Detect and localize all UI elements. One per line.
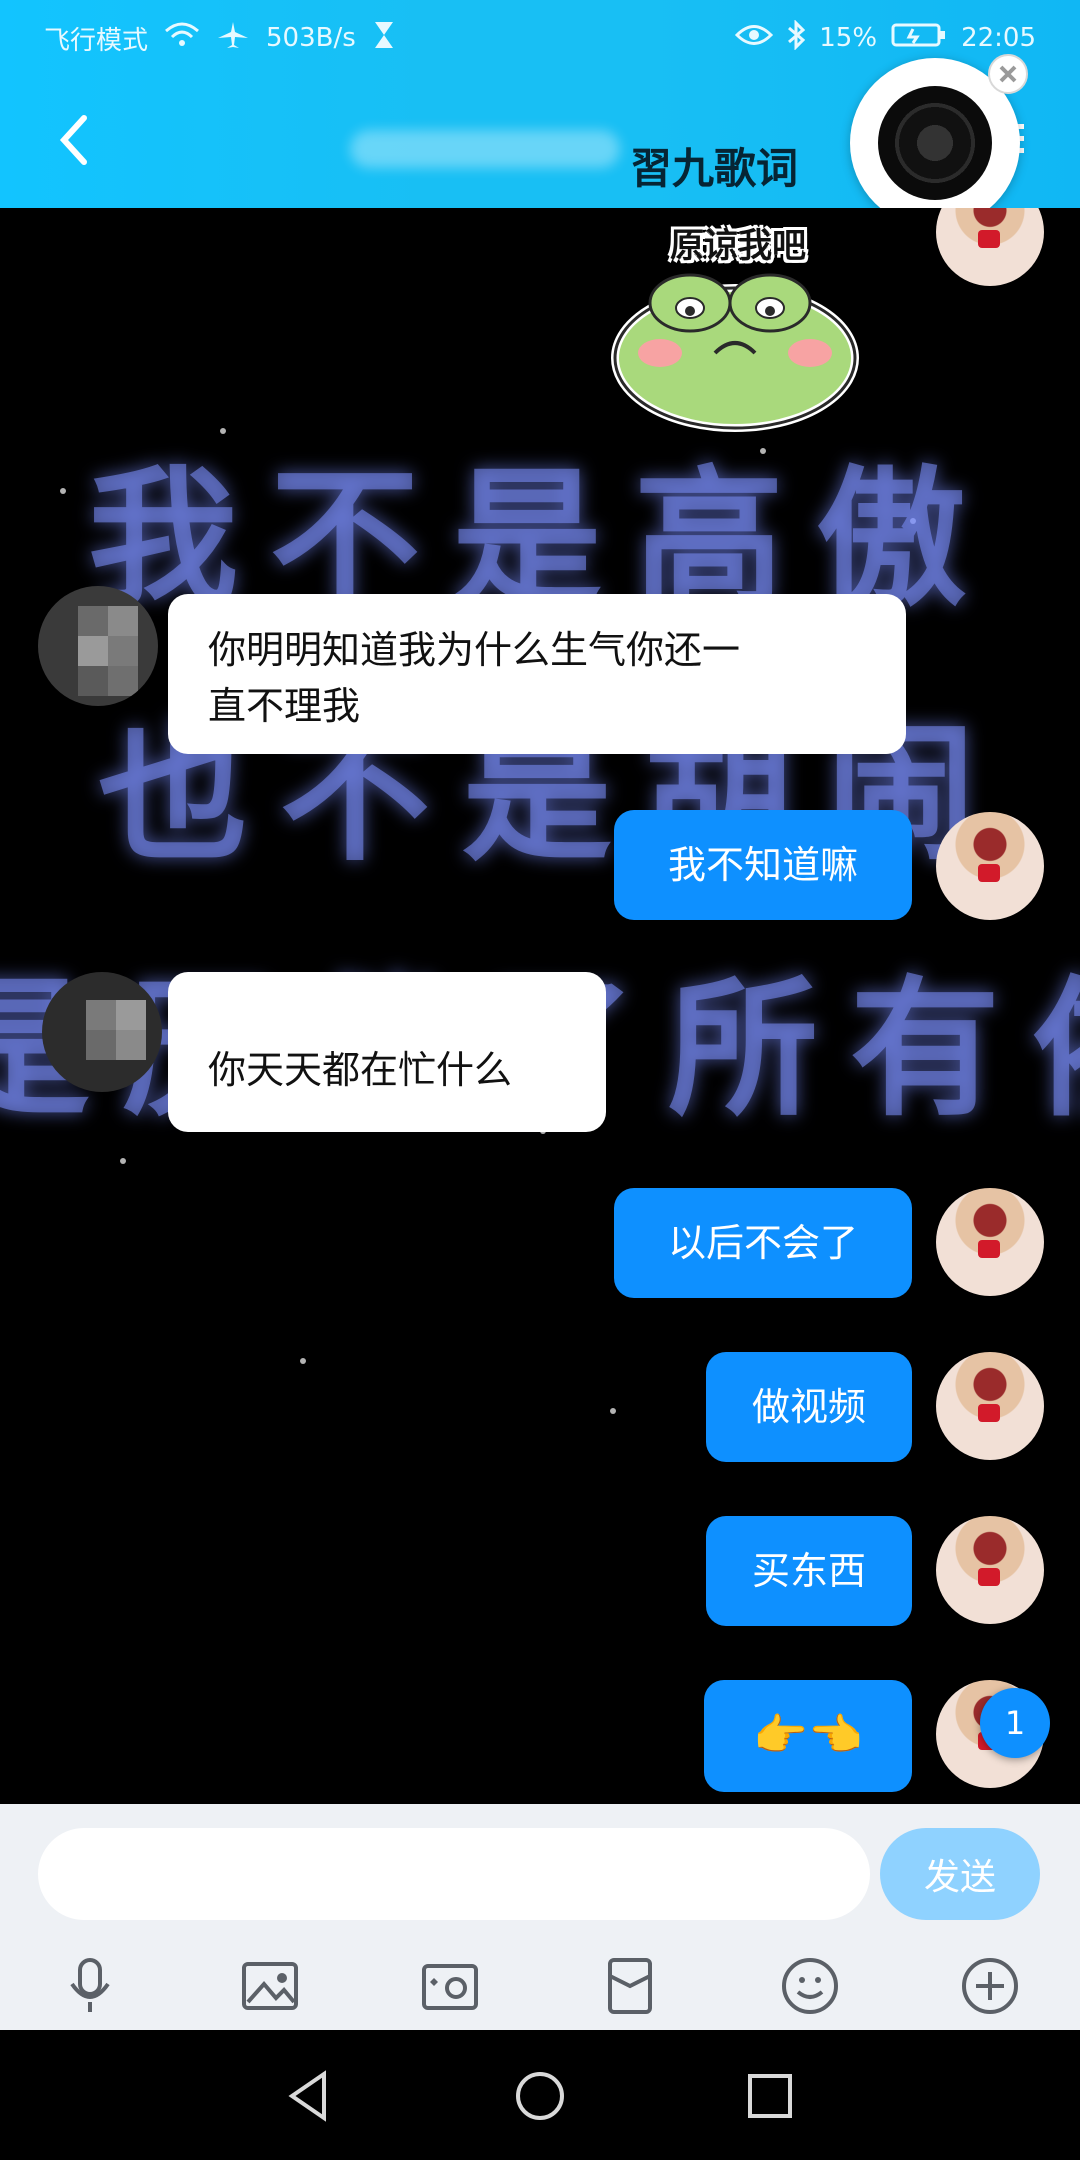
hourglass-icon: [372, 20, 396, 57]
frog-sticker[interactable]: [595, 218, 865, 438]
composer-toolbar: [0, 1954, 1080, 2030]
clock: 22:05: [961, 23, 1036, 53]
pixel-block: [86, 1000, 116, 1030]
message-bubble[interactable]: 我不知道嘛: [614, 810, 912, 920]
composer: 发送: [0, 1804, 1080, 2030]
home-circle-icon[interactable]: [510, 2066, 570, 2126]
message-bubble[interactable]: 买东西: [706, 1516, 912, 1626]
pixel-block: [108, 606, 138, 636]
close-icon[interactable]: [988, 54, 1028, 94]
bag-icon: [978, 1568, 1000, 1586]
bluetooth-icon: [787, 18, 806, 57]
unread-badge[interactable]: 1: [980, 1688, 1050, 1758]
chat-title: 習九歌词: [630, 144, 799, 193]
microphone-icon[interactable]: [58, 1954, 122, 2018]
pixel-block: [116, 1030, 146, 1060]
bag-icon: [978, 230, 1000, 248]
recents-square-icon[interactable]: [740, 2066, 800, 2126]
message-text: 👉👈: [753, 1710, 863, 1761]
message-text: 你明明知道我为什么生气你还一 直不理我: [208, 628, 741, 728]
chat-area[interactable]: 我不是高傲 也不是胡闹 是厌倦了所有依 原谅我吧 你明明知道我为什么生气你还一 …: [0, 208, 1080, 1804]
status-bar-left: 飞行模式 503B/s: [44, 18, 396, 58]
contact-avatar[interactable]: [42, 972, 162, 1092]
pixel-block: [108, 636, 138, 666]
image-icon[interactable]: [238, 1954, 302, 2018]
message-input[interactable]: [38, 1828, 870, 1920]
message-text: 买东西: [751, 1549, 866, 1593]
back-button[interactable]: [54, 110, 94, 170]
send-button[interactable]: 发送: [880, 1828, 1040, 1920]
message-text: 做视频: [751, 1385, 866, 1429]
bag-icon: [978, 864, 1000, 882]
my-avatar[interactable]: [936, 1188, 1044, 1296]
back-triangle-icon[interactable]: [280, 2066, 340, 2126]
system-navigation-bar: [0, 2030, 1080, 2160]
pixel-block: [78, 666, 108, 696]
pixel-block: [108, 666, 138, 696]
message-bubble[interactable]: 你天天都在忙什么: [168, 972, 606, 1132]
message-text: 我不知道嘛: [667, 843, 858, 887]
contact-avatar[interactable]: [38, 586, 158, 706]
message-bubble[interactable]: 做视频: [706, 1352, 912, 1462]
eye-icon: [735, 22, 774, 55]
wifi-icon: [164, 21, 200, 56]
battery-icon: [891, 21, 947, 56]
network-speed: 503B/s: [266, 23, 356, 53]
plus-icon[interactable]: [958, 1954, 1022, 2018]
music-widget[interactable]: [850, 54, 1028, 228]
bag-icon: [978, 1240, 1000, 1258]
music-disc-icon[interactable]: [878, 86, 992, 200]
star-dot: [60, 488, 66, 494]
camera-icon[interactable]: [418, 1954, 482, 2018]
battery-percent: 15%: [819, 23, 878, 53]
star-dot: [120, 1158, 126, 1164]
airplane-mode-label: 飞行模式: [44, 25, 149, 56]
red-packet-icon[interactable]: [598, 1954, 662, 2018]
my-avatar[interactable]: [936, 1516, 1044, 1624]
star-dot: [300, 1358, 306, 1364]
bag-icon: [978, 1404, 1000, 1422]
message-bubble[interactable]: 👉👈: [704, 1680, 912, 1792]
star-dot: [610, 1408, 616, 1414]
pixel-block: [116, 1000, 146, 1030]
pixel-block: [78, 636, 108, 666]
status-bar-right: 15% 22:05: [735, 18, 1036, 58]
message-text: 你天天都在忙什么: [208, 1048, 513, 1092]
message-bubble[interactable]: 以后不会了: [614, 1188, 912, 1298]
top-bar: 飞行模式 503B/s 15% 22:05 習九歌词: [0, 0, 1080, 228]
message-text: 以后不会了: [667, 1221, 858, 1265]
blurred-contact-name: [350, 130, 620, 168]
airplane-icon: [216, 20, 250, 57]
message-bubble[interactable]: 你明明知道我为什么生气你还一 直不理我: [168, 594, 906, 754]
my-avatar[interactable]: [936, 1352, 1044, 1460]
pixel-block: [78, 606, 108, 636]
pixel-block: [86, 1030, 116, 1060]
emoji-icon[interactable]: [778, 1954, 842, 2018]
my-avatar[interactable]: [936, 208, 1044, 286]
my-avatar[interactable]: [936, 812, 1044, 920]
